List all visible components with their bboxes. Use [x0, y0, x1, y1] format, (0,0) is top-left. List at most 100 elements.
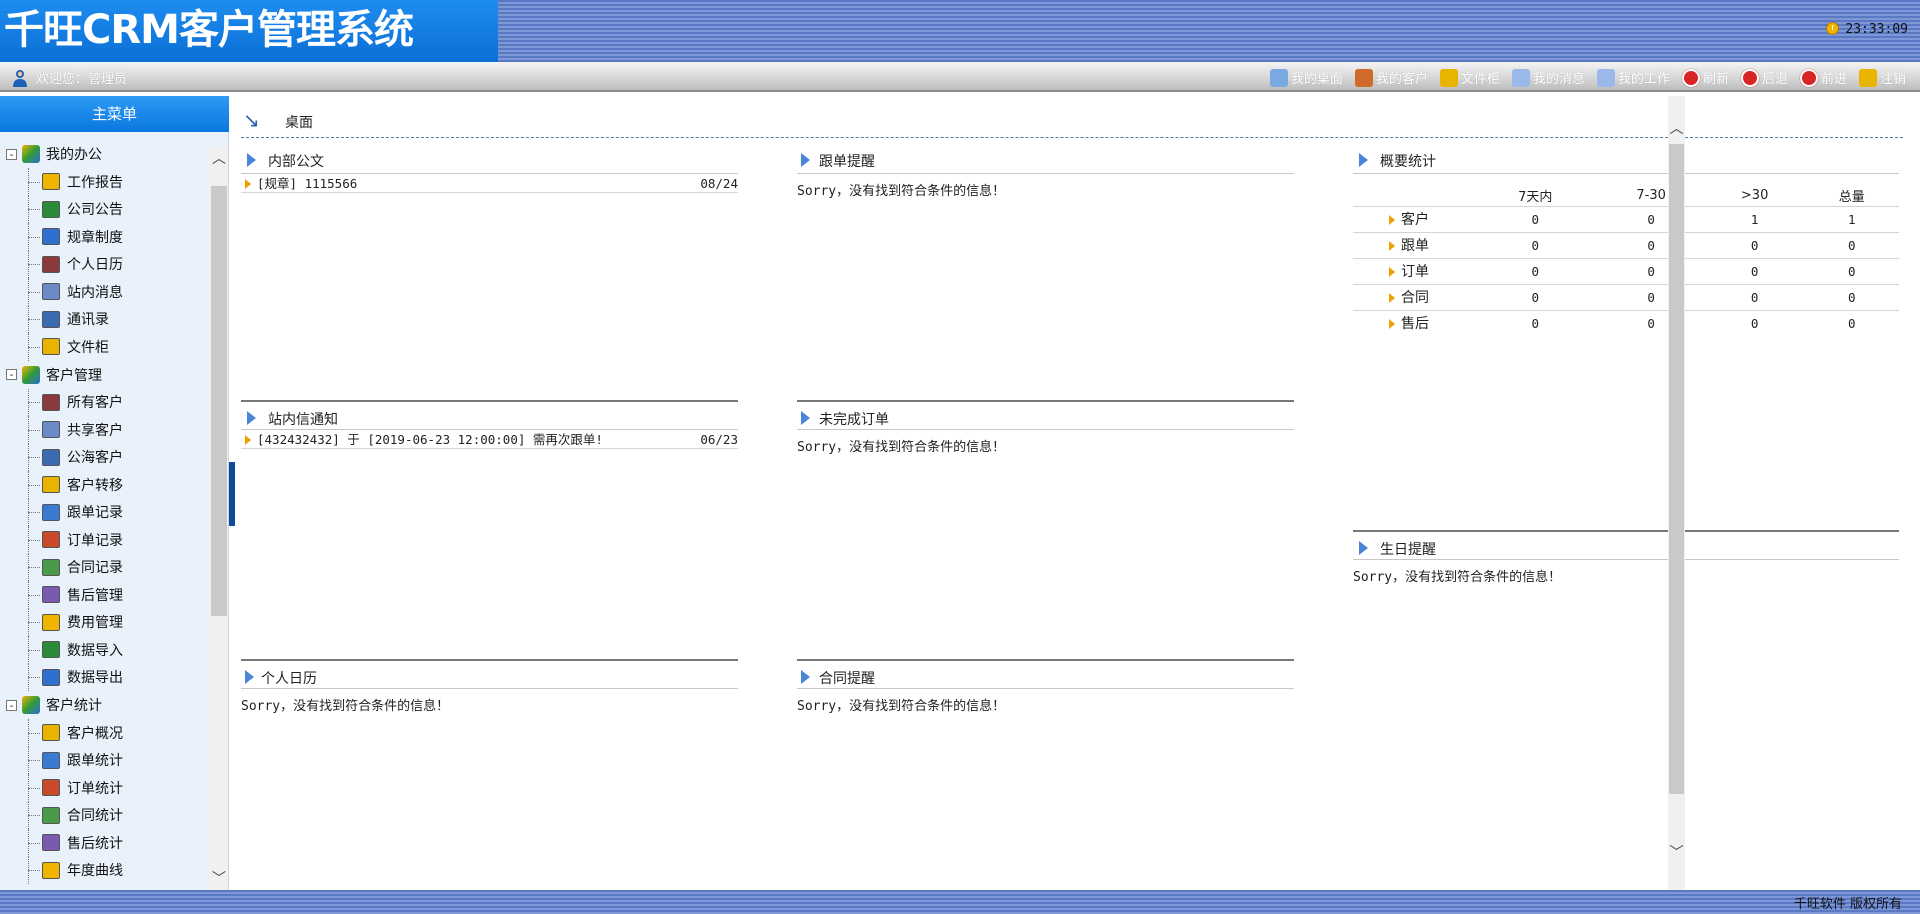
table-cell: 0 [1473, 257, 1598, 284]
sidebar-item[interactable]: 合同记录 [0, 553, 210, 582]
sidebar-item[interactable]: 数据导入 [0, 636, 210, 664]
sidebar-item[interactable]: 订单记录 [0, 526, 210, 554]
panel-notices: 站内信通知 [432432432] 于 [2019-06-23 12:00:00… [241, 400, 738, 449]
scroll-thumb[interactable] [211, 186, 227, 616]
footer: 千旺软件 版权所有 [0, 890, 1920, 914]
sidebar-item[interactable]: 数据导出 [0, 663, 210, 692]
list-item[interactable]: [432432432] 于 [2019-06-23 12:00:00] 需再次跟… [241, 430, 738, 449]
panel-summary: 概要统计 7天内 7-30 >30 总量 客户 0 0 1 1 跟单 0 0 0 0 订单 0 0 0 0 合… [1353, 144, 1899, 336]
toolbar-link-6[interactable]: 后退 [1740, 68, 1788, 87]
menu-item-icon [42, 834, 60, 852]
menu-group[interactable]: - 客户管理 [0, 361, 210, 389]
sidebar-item[interactable]: 合同统计 [0, 801, 210, 830]
bullet-icon [1389, 318, 1395, 329]
menu-item-icon [42, 338, 60, 356]
sidebar-item[interactable]: 个人日历 [0, 250, 210, 279]
entry-text[interactable]: [432432432] 于 [2019-06-23 12:00:00] 需再次跟… [257, 430, 603, 449]
toolbar-link-4[interactable]: 我的工作 [1596, 68, 1670, 87]
scroll-down-icon[interactable]: ﹀ [210, 870, 228, 888]
main-scrollbar[interactable]: ︿ ﹀ [1668, 96, 1685, 890]
empty-message: Sorry，没有找到符合条件的信息！ [797, 440, 1006, 455]
arrow-down-right-icon: ↘ [243, 108, 260, 132]
toolbar-link-label: 前进 [1820, 72, 1847, 87]
sidebar-item[interactable]: 客户转移 [0, 471, 210, 499]
sidebar-item[interactable]: 规章制度 [0, 223, 210, 251]
table-cell: 0 [1704, 309, 1805, 336]
sidebar-item[interactable]: 售后管理 [0, 581, 210, 609]
menu-item-icon [42, 806, 60, 824]
entry-date: 06/23 [700, 432, 738, 447]
table-cell: 0 [1704, 231, 1805, 258]
sidebar-scrollbar[interactable]: ︿ ﹀ [210, 146, 228, 890]
scroll-up-icon[interactable]: ︿ [1668, 118, 1685, 138]
panel-calendar: 个人日历 Sorry，没有找到符合条件的信息！ [241, 659, 738, 714]
app-logo: 千旺CRM客户管理系统 [4, 7, 414, 53]
sidebar-item[interactable]: 跟单统计 [0, 746, 210, 775]
sidebar-item[interactable]: 工作报告 [0, 168, 210, 196]
sidebar-item-label: 数据导入 [67, 642, 123, 659]
scroll-up-icon[interactable]: ︿ [210, 150, 228, 168]
table-cell: 0 [1473, 283, 1598, 310]
sidebar-item[interactable]: 费用管理 [0, 608, 210, 637]
sidebar-item[interactable]: 跟单记录 [0, 498, 210, 527]
empty-message: Sorry，没有找到符合条件的信息！ [1353, 570, 1562, 585]
column-header: 总量 [1838, 190, 1865, 206]
sidebar-item-label: 站内消息 [67, 284, 123, 301]
scroll-thumb[interactable] [1669, 144, 1684, 794]
refresh-icon [1681, 68, 1700, 87]
toolbar-link-2[interactable]: 文件柜 [1439, 68, 1500, 87]
sidebar-item-label: 规章制度 [67, 229, 123, 246]
table-cell: 0 [1804, 309, 1899, 336]
sidebar-item-label: 售后管理 [67, 587, 123, 604]
sidebar-item-label: 年度曲线 [67, 863, 123, 880]
collapse-toggle-icon[interactable]: - [6, 148, 17, 160]
empty-message: Sorry，没有找到符合条件的信息！ [797, 184, 1006, 199]
row-label: 跟单 [1401, 238, 1429, 254]
collapse-toggle-icon[interactable]: - [6, 369, 17, 380]
back-icon [1740, 68, 1759, 87]
column-header: 7天内 [1518, 190, 1553, 206]
sidebar-item[interactable]: 客户概况 [0, 719, 210, 747]
menu-item-icon [42, 173, 60, 191]
triangle-icon [801, 411, 810, 425]
scroll-down-icon[interactable]: ﹀ [1668, 842, 1685, 862]
entry-text[interactable]: [规章] 1115566 [257, 174, 357, 193]
sidebar-item[interactable]: 年度曲线 [0, 856, 210, 885]
bullet-icon [245, 435, 251, 445]
bullet-icon [1389, 266, 1395, 277]
toolbar-link-7[interactable]: 前进 [1799, 68, 1847, 87]
sidebar-item[interactable]: 公司公告 [0, 195, 210, 224]
table-cell: 0 [1704, 283, 1805, 310]
sidebar-item[interactable]: 共享客户 [0, 416, 210, 444]
toolbar-link-0[interactable]: 我的桌面 [1269, 68, 1343, 87]
toolbar-link-label: 刷新 [1702, 72, 1729, 87]
list-item[interactable]: [规章] 1115566 08/24 [241, 174, 738, 193]
sidebar-item[interactable]: 站内消息 [0, 278, 210, 306]
folder-icon [22, 145, 40, 163]
table-row: 合同 0 0 0 0 [1353, 283, 1899, 310]
toolbar-link-5[interactable]: 刷新 [1681, 68, 1729, 87]
triangle-icon [247, 153, 256, 167]
sidebar-item[interactable]: 文件柜 [0, 333, 210, 361]
sidebar-item[interactable]: 公海客户 [0, 443, 210, 472]
toolbar-link-8[interactable]: 注销 [1858, 68, 1906, 87]
sidebar-item[interactable]: 通讯录 [0, 305, 210, 334]
sidebar-item[interactable]: 订单统计 [0, 774, 210, 802]
sidebar-item[interactable]: 所有客户 [0, 388, 210, 417]
toolbar-link-3[interactable]: 我的消息 [1511, 68, 1585, 87]
column-header: >30 [1740, 188, 1769, 204]
sidebar-item-label: 公司公告 [67, 202, 123, 219]
collapse-toggle-icon[interactable]: - [6, 699, 17, 711]
empty-message: Sorry，没有找到符合条件的信息！ [797, 699, 1006, 714]
welcome-text: 欢迎您：管理员 [36, 72, 128, 87]
sidebar-item-label: 通讯录 [67, 312, 109, 329]
panel-title: 合同提醒 [819, 671, 875, 687]
logo-area: 千旺CRM客户管理系统 [0, 0, 498, 62]
gift-icon [1354, 68, 1373, 87]
toolbar-link-1[interactable]: 我的客户 [1354, 68, 1428, 87]
sidebar-item[interactable]: 售后统计 [0, 829, 210, 857]
sidebar-item-label: 费用管理 [67, 615, 123, 632]
sidebar-item-label: 客户转移 [67, 477, 123, 494]
menu-group[interactable]: - 我的办公 [0, 140, 210, 168]
menu-group[interactable]: - 客户统计 [0, 691, 210, 719]
